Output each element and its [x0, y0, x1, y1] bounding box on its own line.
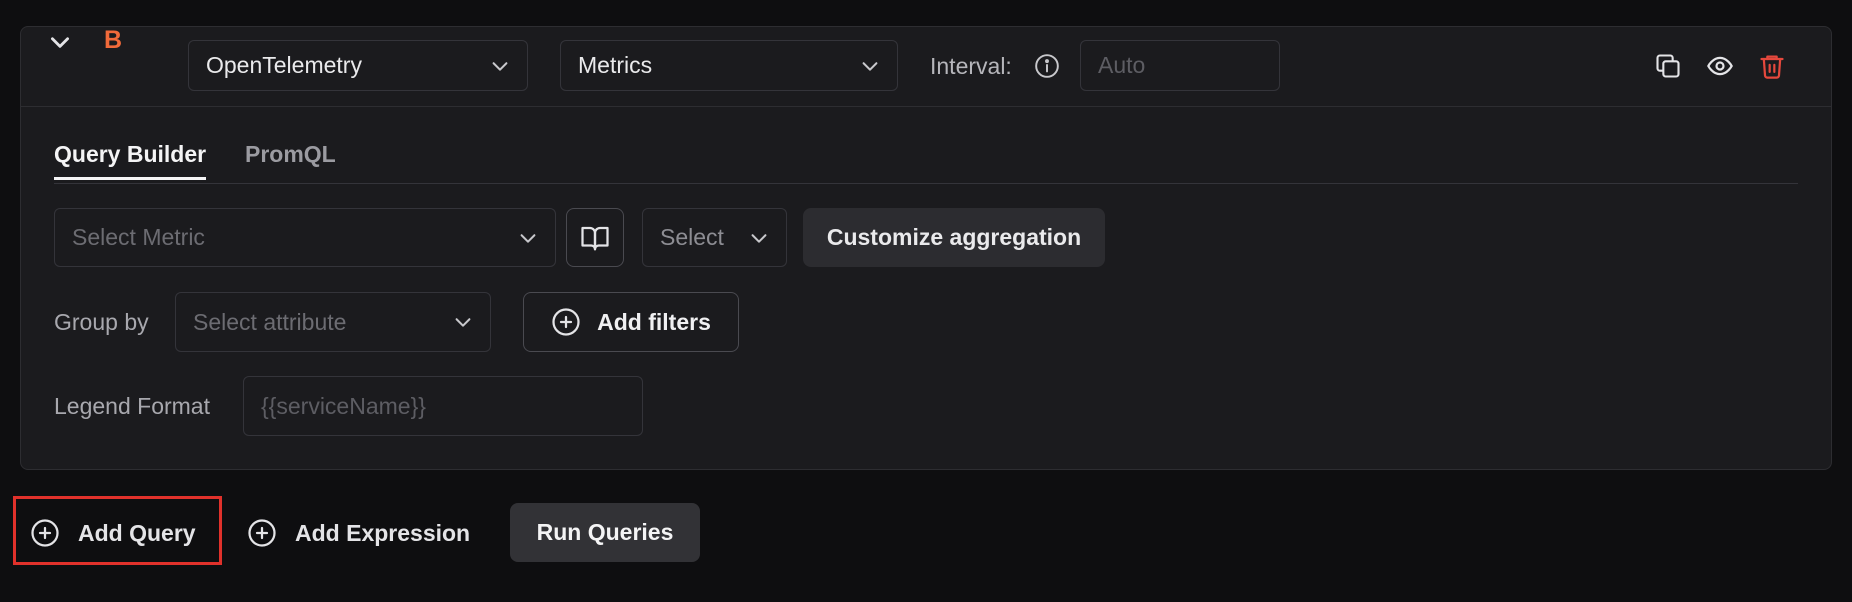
chevron-down-icon [520, 233, 536, 243]
chevron-down-icon [455, 318, 471, 327]
info-icon[interactable] [1034, 53, 1060, 79]
data-source-select[interactable]: OpenTelemetry [188, 40, 528, 91]
add-filters-button[interactable]: Add filters [523, 292, 739, 352]
group-by-placeholder: Select attribute [193, 308, 347, 335]
add-query-button[interactable]: Add Query [30, 513, 196, 553]
customize-aggregation-button[interactable]: Customize aggregation [803, 208, 1105, 267]
chevron-down-icon [751, 233, 767, 243]
add-expression-button[interactable]: Add Expression [247, 513, 470, 553]
plus-circle-icon [248, 519, 276, 547]
delete-button[interactable] [1756, 50, 1788, 82]
legend-format-input[interactable] [243, 376, 643, 436]
book-open-icon [581, 226, 609, 250]
add-query-label: Add Query [78, 519, 196, 546]
data-type-value: Metrics [578, 52, 653, 78]
aggregation-value: Select [660, 224, 724, 250]
add-filters-label: Add filters [597, 308, 711, 335]
add-expression-label: Add Expression [295, 519, 471, 546]
legend-format-label: Legend Format [54, 393, 210, 419]
plus-circle-icon [552, 308, 580, 336]
metric-select[interactable]: Select Metric [54, 208, 556, 267]
metric-browser-button[interactable] [566, 208, 624, 267]
interval-label: Interval: [930, 53, 1012, 79]
data-type-select[interactable]: Metrics [560, 40, 898, 91]
interval-input[interactable] [1080, 40, 1280, 91]
query-letter: B [104, 26, 123, 54]
chevron-down-icon [51, 37, 69, 48]
view-button[interactable] [1704, 50, 1736, 82]
copy-button[interactable] [1652, 50, 1684, 82]
group-by-label: Group by [54, 309, 149, 335]
plus-circle-icon [31, 519, 59, 547]
collapse-button[interactable] [42, 24, 78, 60]
chevron-down-icon [862, 61, 878, 71]
aggregation-select[interactable]: Select [642, 208, 787, 267]
run-queries-button[interactable]: Run Queries [510, 503, 700, 562]
trash-icon [1760, 55, 1784, 79]
data-source-value: OpenTelemetry [206, 52, 362, 78]
tab-promql[interactable]: PromQL [245, 136, 336, 180]
tab-query-builder[interactable]: Query Builder [54, 136, 207, 180]
tabs-divider [54, 183, 1798, 184]
eye-icon [1707, 56, 1733, 76]
copy-icon [1656, 54, 1680, 78]
metric-placeholder: Select Metric [72, 224, 205, 250]
chevron-down-icon [492, 61, 508, 71]
group-by-select[interactable]: Select attribute [175, 292, 491, 352]
